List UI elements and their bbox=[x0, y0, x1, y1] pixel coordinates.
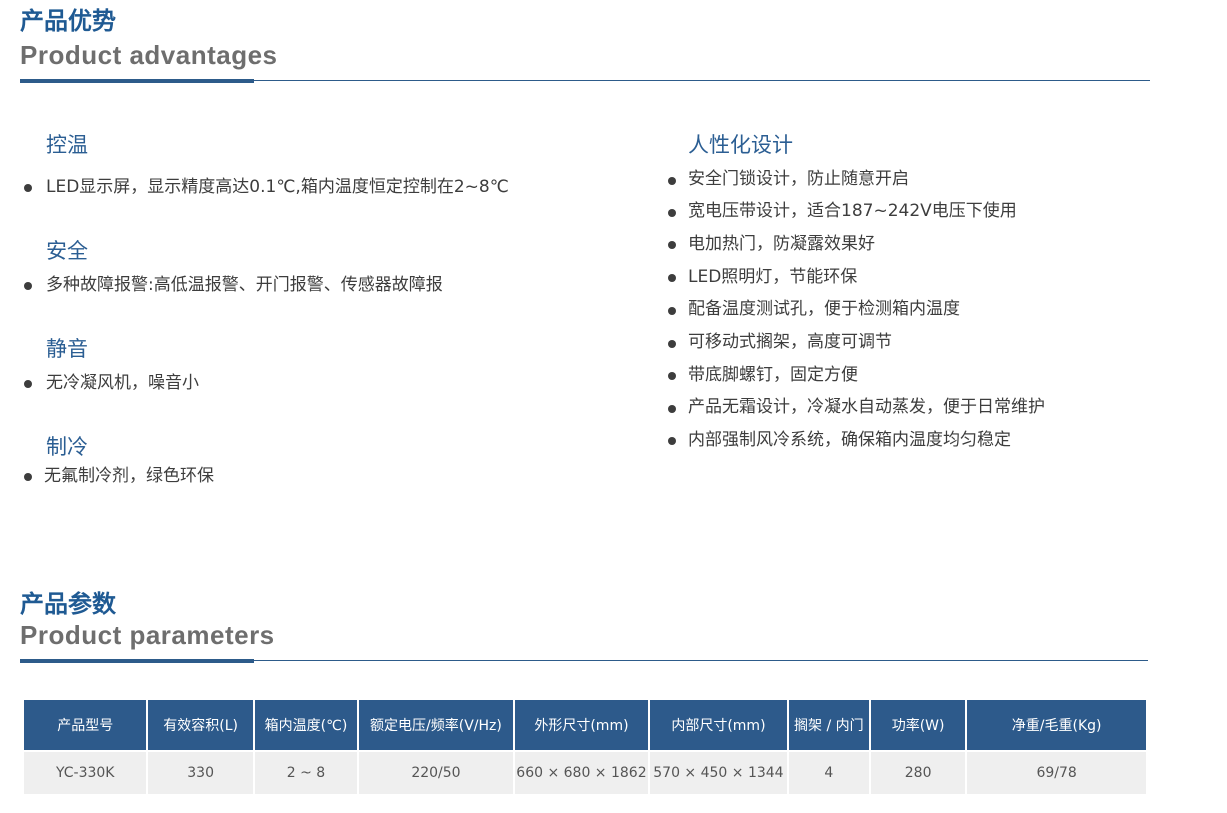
group-heading-silent: 静音 bbox=[46, 337, 88, 361]
parameters-title-cn: 产品参数 bbox=[20, 590, 116, 618]
cell-inner-dimensions: 570 × 450 × 1344 bbox=[650, 750, 787, 794]
cell-weight: 69/78 bbox=[967, 750, 1146, 794]
group-heading-temperature: 控温 bbox=[46, 133, 88, 157]
column-header-outer-dimensions: 外形尺寸(mm) bbox=[514, 700, 649, 750]
group-heading-safety: 安全 bbox=[46, 239, 88, 263]
column-header-weight: 净重/毛重(Kg) bbox=[967, 700, 1146, 750]
advantages-title-cn: 产品优势 bbox=[20, 7, 116, 35]
bullet-design-1: 安全门锁设计，防止随意开启 bbox=[688, 169, 909, 189]
parameters-table: 产品型号 有效容积(L) 箱内温度(℃) 额定电压/频率(V/Hz) 外形尺寸(… bbox=[22, 700, 1148, 794]
bullet-dot bbox=[668, 241, 676, 249]
cell-model: YC-330K bbox=[24, 750, 147, 794]
cell-power: 280 bbox=[870, 750, 966, 794]
bullet-design-8: 产品无霜设计，冷凝水自动蒸发，便于日常维护 bbox=[688, 397, 1045, 417]
table-row: YC-330K 330 2 ~ 8 220/50 660 × 680 × 186… bbox=[24, 750, 1146, 794]
bullet-design-4: LED照明灯，节能环保 bbox=[688, 267, 858, 287]
group-heading-humanized-design: 人性化设计 bbox=[688, 133, 793, 157]
table-header-row: 产品型号 有效容积(L) 箱内温度(℃) 额定电压/频率(V/Hz) 外形尺寸(… bbox=[24, 700, 1146, 750]
bullet-design-3: 电加热门，防凝露效果好 bbox=[688, 234, 875, 254]
bullet-safety-1: 多种故障报警:高低温报警、开门报警、传感器故障报 bbox=[46, 275, 443, 295]
bullet-dot bbox=[24, 380, 32, 388]
bullet-dot bbox=[668, 209, 676, 217]
bullet-dot bbox=[668, 177, 676, 185]
bullet-silent-1: 无冷凝风机，噪音小 bbox=[46, 373, 199, 393]
bullet-dot bbox=[24, 473, 32, 481]
column-header-volume: 有效容积(L) bbox=[148, 700, 253, 750]
bullet-dot bbox=[668, 372, 676, 380]
column-header-model: 产品型号 bbox=[24, 700, 147, 750]
bullet-dot bbox=[668, 340, 676, 348]
bullet-dot bbox=[24, 282, 32, 290]
bullet-dot bbox=[668, 307, 676, 315]
parameters-divider-accent bbox=[20, 659, 254, 663]
cell-volume: 330 bbox=[148, 750, 253, 794]
bullet-design-2: 宽电压带设计，适合187~242V电压下使用 bbox=[688, 201, 1017, 221]
parameters-title-en: Product parameters bbox=[20, 620, 275, 650]
bullet-dot bbox=[668, 405, 676, 413]
column-header-inner-temperature: 箱内温度(℃) bbox=[254, 700, 358, 750]
bullet-design-7: 带底脚螺钉，固定方便 bbox=[688, 365, 858, 385]
column-header-voltage-frequency: 额定电压/频率(V/Hz) bbox=[359, 700, 513, 750]
bullet-design-5: 配备温度测试孔，便于检测箱内温度 bbox=[688, 299, 960, 319]
bullet-dot bbox=[668, 274, 676, 282]
bullet-dot bbox=[24, 184, 32, 192]
bullet-design-9: 内部强制风冷系统，确保箱内温度均匀稳定 bbox=[688, 430, 1011, 450]
column-header-shelves-doors: 搁架 / 内门 bbox=[788, 700, 869, 750]
cell-voltage-frequency: 220/50 bbox=[359, 750, 513, 794]
advantages-title-en: Product advantages bbox=[20, 40, 278, 70]
cell-shelves-doors: 4 bbox=[788, 750, 869, 794]
group-heading-cooling: 制冷 bbox=[46, 435, 88, 459]
bullet-design-6: 可移动式搁架，高度可调节 bbox=[688, 332, 892, 352]
bullet-temperature-1: LED显示屏，显示精度高达0.1℃,箱内温度恒定控制在2~8℃ bbox=[46, 177, 509, 197]
bullet-dot bbox=[668, 437, 676, 445]
cell-outer-dimensions: 660 × 680 × 1862 bbox=[514, 750, 649, 794]
column-header-inner-dimensions: 内部尺寸(mm) bbox=[650, 700, 787, 750]
advantages-divider-accent bbox=[20, 79, 254, 83]
bullet-cooling-1: 无氟制冷剂，绿色环保 bbox=[44, 466, 214, 486]
cell-inner-temperature: 2 ~ 8 bbox=[254, 750, 358, 794]
column-header-power: 功率(W) bbox=[870, 700, 966, 750]
